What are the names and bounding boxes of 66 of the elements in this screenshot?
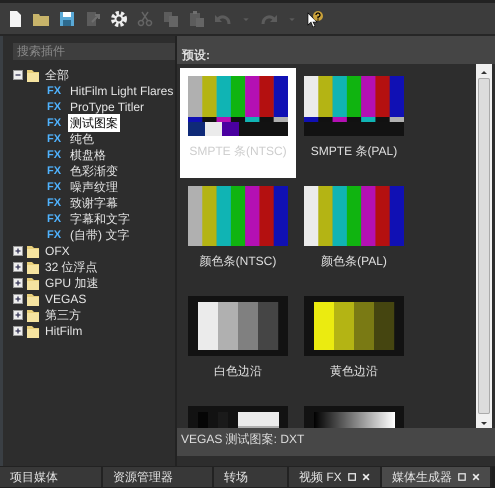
tree-item[interactable]: 字幕和文字	[68, 210, 132, 228]
close-icon[interactable]	[472, 472, 480, 482]
effect-tag: FX	[47, 226, 65, 244]
help-icon[interactable]	[306, 10, 324, 28]
expand-icon[interactable]	[13, 294, 23, 304]
tree-item[interactable]: 棋盘格	[68, 146, 108, 164]
maximize-icon[interactable]	[458, 472, 466, 482]
expand-icon[interactable]	[13, 246, 23, 256]
tree-item[interactable]: VEGAS	[43, 290, 88, 308]
tree-item[interactable]: 全部	[43, 66, 71, 84]
preset-tile[interactable]: 颜色条(PAL)	[296, 178, 412, 288]
expand-icon[interactable]	[13, 262, 23, 272]
tree-item[interactable]: 致谢字幕	[68, 194, 120, 212]
tree-item[interactable]: 第三方	[43, 306, 83, 324]
effect-tag: FX	[47, 130, 65, 148]
preset-tile[interactable]: 黄色边沿	[296, 288, 412, 398]
effect-tag: FX	[47, 194, 65, 212]
tree-item[interactable]: (自带) 文字	[68, 226, 132, 244]
tree-item[interactable]: 测试图案	[68, 114, 120, 132]
tree-item[interactable]: GPU 加速	[43, 274, 100, 292]
preset-tile[interactable]: 颜色条(NTSC)	[180, 178, 296, 288]
maximize-icon[interactable]	[348, 472, 356, 482]
collapse-icon[interactable]	[13, 70, 23, 80]
effect-tag: FX	[47, 162, 65, 180]
preset-label: SMPTE 条(PAL)	[310, 143, 398, 160]
tree-item[interactable]: HitFilm	[43, 322, 84, 340]
expand-icon[interactable]	[13, 310, 23, 320]
folder-icon	[26, 244, 40, 258]
panel-tab[interactable]: 媒体生成器	[382, 467, 492, 487]
tree-item[interactable]: OFX	[43, 242, 72, 260]
expand-icon[interactable]	[13, 326, 23, 336]
preset-tile[interactable]: SMPTE 条(PAL)	[296, 68, 412, 178]
scroll-up-icon[interactable]	[479, 68, 489, 76]
tree-item[interactable]: 噪声纹理	[68, 178, 120, 196]
close-icon[interactable]	[362, 472, 370, 482]
description-text: VEGAS 测试图案: DXT	[177, 428, 495, 456]
tree-item[interactable]: 色彩渐变	[68, 162, 120, 180]
settings-icon[interactable]	[110, 10, 128, 28]
tree-item[interactable]: ProType Titler	[68, 98, 146, 116]
effect-tag: FX	[47, 98, 65, 116]
panel-tab[interactable]: 项目媒体	[0, 467, 103, 487]
panel-tab[interactable]: 转场	[214, 467, 289, 487]
presets-heading: 预设:	[177, 36, 495, 64]
folder-icon	[26, 324, 40, 338]
folder-icon	[26, 260, 40, 274]
effect-tag: FX	[47, 82, 65, 100]
panel-tab[interactable]: 资源管理器	[103, 467, 214, 487]
folder-icon	[26, 68, 40, 82]
effect-tag: FX	[47, 146, 65, 164]
scrollbar[interactable]	[476, 64, 492, 428]
effect-tag: FX	[47, 210, 65, 228]
tree-item[interactable]: 32 位浮点	[43, 258, 100, 276]
effect-tag: FX	[47, 178, 65, 196]
effect-tag: FX	[47, 114, 65, 132]
tree-item[interactable]: HitFilm Light Flares	[68, 82, 176, 100]
preset-label: 颜色条(NTSC)	[198, 253, 278, 270]
folder-icon	[26, 292, 40, 306]
preset-label: 白色边沿	[213, 363, 263, 380]
tree-item[interactable]: 纯色	[68, 130, 96, 148]
preset-label: 黄色边沿	[329, 363, 379, 380]
panel-tab[interactable]: 视频 FX	[289, 467, 382, 487]
folder-icon	[26, 308, 40, 322]
expand-icon[interactable]	[13, 278, 23, 288]
folder-icon	[26, 276, 40, 290]
preset-tile[interactable]: 白色边沿	[180, 288, 296, 398]
preset-label: 颜色条(PAL)	[320, 253, 388, 270]
